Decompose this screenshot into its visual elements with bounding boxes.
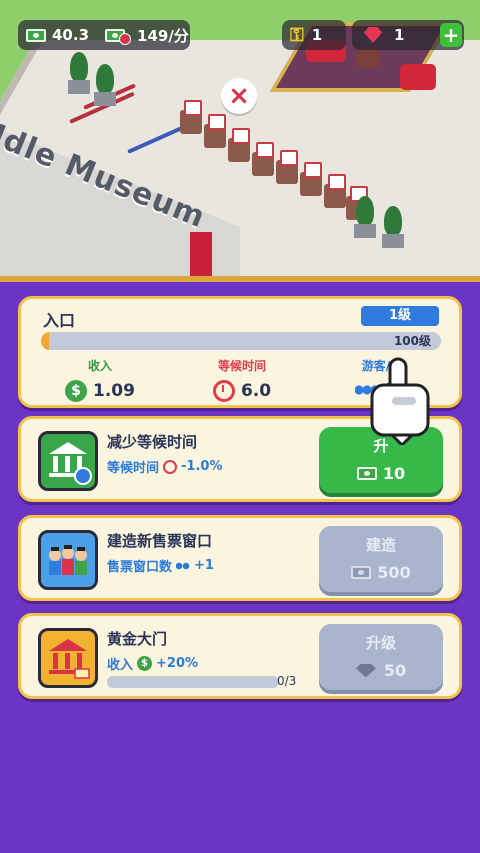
stat-income-value: 1.09 (93, 381, 135, 401)
upgrade-title: 减少等候时间 (107, 433, 198, 451)
potted-tree (354, 196, 376, 238)
upgrade-desc-label: 售票窗口数 (107, 560, 173, 575)
upgrade-cost: 50 (383, 661, 407, 680)
ticket-gate (228, 128, 250, 162)
close-button[interactable]: × (221, 78, 257, 114)
tutorial-hand-icon (370, 357, 430, 445)
welcome-banner (190, 232, 212, 282)
entrance-level-badge: 1级 (361, 306, 439, 326)
stat-wait-time-value: 6.0 (240, 381, 272, 401)
upgrade-button[interactable]: 升级 50 (319, 624, 443, 690)
upgrade-desc-value: +1 (194, 558, 214, 573)
clock-icon (163, 459, 178, 474)
cash-icon (26, 28, 46, 42)
bank-clock-icon (38, 431, 98, 491)
upgrade-description: 收入 $ +20% (107, 654, 198, 673)
golden-gate-icon (38, 628, 98, 688)
golden-gate-progress (107, 676, 279, 688)
ticket-gate (324, 174, 346, 208)
entrance-progress-fill (41, 332, 49, 350)
gem-count: 1 (394, 26, 405, 44)
build-button[interactable]: 建造 500 (319, 526, 443, 592)
ticket-staff-icon (38, 530, 98, 590)
people-icon (176, 561, 191, 570)
gem-icon (355, 663, 376, 678)
upgrade-description: 售票窗口数 +1 (107, 556, 214, 575)
potted-tree (94, 64, 116, 106)
cash-icon (351, 566, 372, 579)
ticket-desk (356, 50, 380, 68)
income-rate-icon (105, 28, 132, 45)
max-level-label: 100级 (393, 334, 431, 348)
dollar-icon: $ (137, 656, 153, 671)
upgrade-card-ticket-window: 建造新售票窗口 售票窗口数 +1 建造 500 (18, 515, 462, 601)
upgrade-desc-label: 等候时间 (107, 461, 160, 476)
potted-tree (68, 52, 90, 94)
red-sofa (400, 64, 436, 90)
ticket-gate (276, 150, 298, 184)
cash-value: 40.3 (52, 26, 90, 44)
ticket-gate (252, 142, 274, 176)
upgrade-desc-label: 收入 (107, 658, 134, 673)
upgrade-card-golden-gate: 黄金大门 收入 $ +20% 0/3 升级 50 (18, 613, 462, 699)
gem-display[interactable]: 1 + (352, 20, 464, 50)
upgrade-title: 黄金大门 (107, 630, 168, 648)
add-gems-button[interactable]: + (440, 23, 462, 47)
income-rate-value: 149/分 (137, 26, 189, 45)
dollar-icon: $ (65, 380, 88, 402)
upgrade-cost: 10 (382, 464, 406, 483)
upgrade-button-label: 升级 (365, 634, 396, 652)
entrance-title: 入口 (43, 311, 76, 330)
gem-icon (364, 27, 382, 43)
key-icon: ⚿ (290, 24, 304, 46)
clock-icon (212, 380, 235, 402)
ticket-gate (204, 114, 226, 148)
ticket-gate (300, 162, 322, 196)
potted-tree (382, 206, 404, 248)
golden-gate-progress-text: 0/3 (277, 674, 297, 688)
upgrade-desc-value: +20% (156, 656, 199, 671)
stat-wait-time: 等候时间 6.0 (187, 357, 297, 402)
entrance-level-progress: 100级 (41, 332, 441, 350)
stat-income-label: 收入 (87, 359, 112, 373)
ticket-gate (180, 100, 202, 134)
key-count: 1 (311, 26, 323, 44)
upgrade-description: 等候时间 -1.0% (107, 457, 222, 476)
build-cost: 500 (377, 563, 411, 582)
key-display: ⚿ 1 (282, 20, 346, 50)
build-button-label: 建造 (365, 536, 396, 554)
stat-income: 收入 $1.09 (45, 357, 155, 402)
cash-display: 40.3 149/分 (18, 20, 190, 50)
upgrade-desc-value: -1.0% (181, 459, 223, 474)
stat-wait-time-label: 等候时间 (217, 359, 266, 373)
cash-icon (356, 467, 377, 480)
upgrade-title: 建造新售票窗口 (107, 532, 213, 550)
